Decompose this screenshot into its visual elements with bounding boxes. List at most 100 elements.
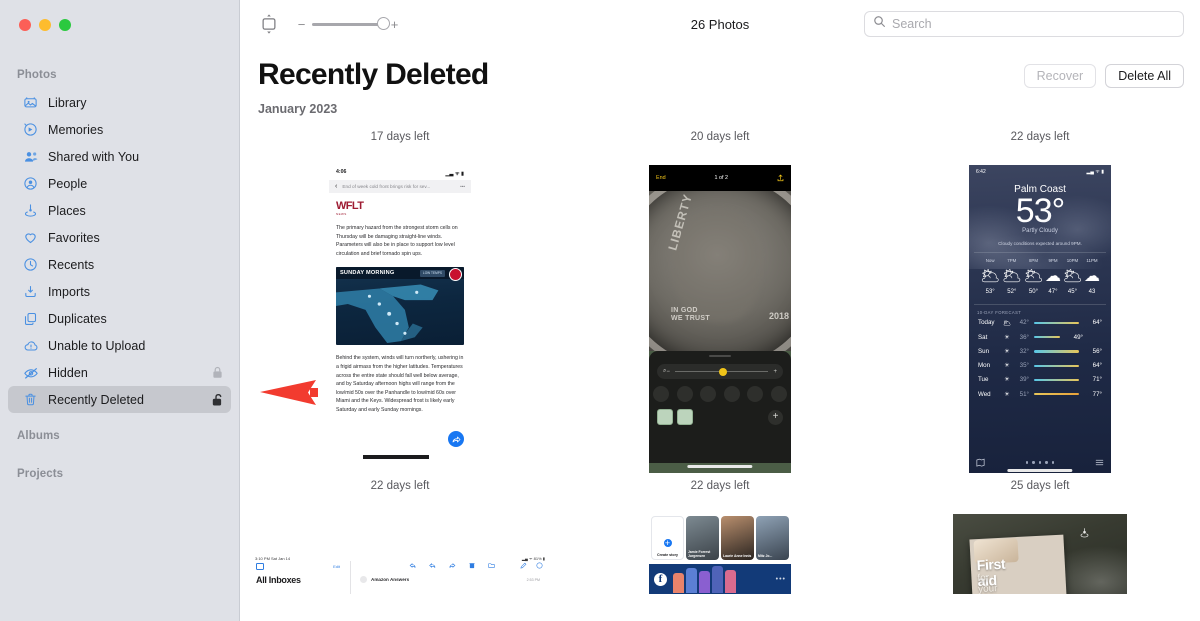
- info-icon[interactable]: [536, 562, 543, 569]
- page-dot: [1045, 461, 1048, 464]
- search-field[interactable]: [864, 11, 1184, 37]
- sidebar-section-albums[interactable]: Albums: [0, 430, 239, 442]
- photo-cell[interactable]: 4:06 ▁▃ ᯤ ▮ ‹ End of week cold front bri…: [250, 165, 550, 492]
- zoom-track[interactable]: [674, 367, 769, 376]
- weather-icon: ☀: [1004, 390, 1010, 398]
- forecast-low: 39°: [1019, 376, 1029, 384]
- zoom-slider-knob[interactable]: [377, 17, 390, 30]
- trash-icon: [469, 563, 475, 569]
- sidebar-section-projects[interactable]: Projects: [0, 468, 239, 480]
- photo-grid[interactable]: Home Name Finals Reviewer Add a reply Ho…: [240, 128, 1200, 621]
- camera-icon[interactable]: [723, 386, 740, 402]
- sidebar-item-duplicates[interactable]: Duplicates: [8, 305, 231, 332]
- mail-message-row[interactable]: Amazon Answers 2:53 PM: [354, 576, 550, 583]
- zoom-in-label[interactable]: +: [773, 369, 777, 375]
- zoom-slider-track[interactable]: [312, 17, 390, 30]
- zoom-out-label[interactable]: −: [296, 17, 307, 32]
- thumbnail-size-icon[interactable]: [258, 11, 280, 37]
- first-aid-book-photo[interactable]: First aid for your pet: [953, 514, 1127, 594]
- sidebar-toggle-icon[interactable]: [256, 563, 264, 570]
- status-bar: 6:42 ▂▄ ᯤ ▮: [969, 165, 1111, 175]
- sidebar-item-hidden[interactable]: Hidden: [8, 359, 231, 386]
- sidebar-item-memories[interactable]: Memories: [8, 116, 231, 143]
- news-article-screenshot[interactable]: 4:06 ▁▃ ᯤ ▮ ‹ End of week cold front bri…: [329, 165, 471, 473]
- forecast-day: Mon: [978, 362, 991, 370]
- story-card[interactable]: Mitz Jo...: [756, 516, 789, 560]
- close-button[interactable]: [19, 19, 31, 31]
- hourly-item: 11PM ☁ 43: [1084, 258, 1100, 295]
- forecast-low: 32°: [1019, 347, 1029, 355]
- photo-cell[interactable]: 6:42 ▂▄ ᯤ ▮ Palm Coast 53° Partly Cloudy…: [890, 165, 1190, 492]
- photo-cell[interactable]: 20 days left: [570, 128, 870, 143]
- photo-cell[interactable]: Another cold front will approach and pas…: [890, 128, 1190, 143]
- lock-icon[interactable]: [770, 386, 787, 402]
- search-input[interactable]: [892, 17, 1175, 31]
- story-card[interactable]: Jamie Forrest Jurgensen: [686, 516, 719, 560]
- compose-icon[interactable]: [520, 562, 527, 569]
- magnifier-coin-screenshot[interactable]: End 1 of 2 LIBERTY IN GODWE TRUST 2018: [649, 165, 791, 473]
- magnifier-controls-area: ⌕ − + +: [649, 351, 791, 473]
- zoom-knob[interactable]: [718, 367, 727, 376]
- more-icon: •••: [460, 184, 465, 189]
- facebook-feed-screenshot[interactable]: + Create story Jamie Forrest Jurgensen L…: [649, 514, 791, 594]
- photo-cell[interactable]: First aid for your pet: [890, 514, 1190, 594]
- add-frame-button[interactable]: +: [768, 409, 783, 425]
- captured-frame-thumbnail[interactable]: [677, 409, 693, 425]
- sheet-grabber[interactable]: [709, 355, 731, 357]
- sidebar-item-people[interactable]: People: [8, 170, 231, 197]
- captured-frame-thumbnail[interactable]: [657, 409, 673, 425]
- zoom-out-label[interactable]: −: [666, 369, 670, 375]
- hand-shape: [712, 565, 723, 593]
- more-icon[interactable]: •••: [776, 576, 786, 583]
- weather-app-screenshot[interactable]: 6:42 ▂▄ ᯤ ▮ Palm Coast 53° Partly Cloudy…: [969, 165, 1111, 473]
- hourly-item: 7PM 🌥 52°: [1002, 258, 1022, 295]
- delete-all-button[interactable]: Delete All: [1105, 64, 1184, 88]
- recover-button[interactable]: Recover: [1023, 64, 1097, 88]
- photo-cell[interactable]: + Create story Jamie Forrest Jurgensen L…: [570, 514, 870, 594]
- forecast-row: Sat ☀ 36° 49°: [974, 330, 1106, 344]
- sidebar-item-label: People: [48, 176, 88, 191]
- zoom-button[interactable]: [59, 19, 71, 31]
- sidebar-item-favorites[interactable]: Favorites: [8, 224, 231, 251]
- brightness-icon[interactable]: [653, 386, 669, 402]
- sidebar-item-places[interactable]: Places: [8, 197, 231, 224]
- minimize-button[interactable]: [39, 19, 51, 31]
- hand-shape: [673, 572, 684, 593]
- hourly-item: 10PM 🌥 45°: [1062, 258, 1082, 295]
- map-icon[interactable]: [976, 458, 985, 467]
- mail-app-screenshot[interactable]: 3:10 PM Sat Jan 14 ▂▄ ᯤ 81% ▮ Edit All I…: [250, 554, 550, 594]
- weather-icon: ☀: [1004, 376, 1010, 384]
- story-card[interactable]: Laurie Anne Innis: [721, 516, 754, 560]
- sidebar-item-unable-to-upload[interactable]: Unable to Upload: [8, 332, 231, 359]
- forecast-day: Wed: [978, 390, 991, 398]
- coin-image: LIBERTY IN GOD WE TRUST 2018: [649, 191, 791, 351]
- library-icon: [22, 94, 39, 111]
- edit-button[interactable]: Edit: [333, 564, 340, 569]
- hand-shape: [699, 570, 710, 593]
- photo-cell[interactable]: End 1 of 2 LIBERTY IN GODWE TRUST 2018: [570, 165, 870, 492]
- sidebar-item-library[interactable]: Library: [8, 89, 231, 116]
- zoom-in-label[interactable]: +: [389, 17, 400, 32]
- create-story-card[interactable]: + Create story: [651, 516, 684, 560]
- flashlight-icon[interactable]: [747, 386, 764, 402]
- days-left-label: 20 days left: [690, 131, 750, 143]
- photo-cell[interactable]: 3:10 PM Sat Jan 14 ▂▄ ᯤ 81% ▮ Edit All I…: [250, 554, 550, 594]
- sidebar-item-recently-deleted[interactable]: Recently Deleted: [8, 386, 231, 413]
- book-title-line2: for your pet: [977, 572, 998, 594]
- facebook-post-image: f •••: [649, 564, 791, 594]
- magnifier-zoom-slider[interactable]: ⌕ − +: [657, 364, 783, 379]
- sidebar-item-imports[interactable]: Imports: [8, 278, 231, 305]
- forecast-day: Tue: [978, 376, 989, 384]
- trash-icon: [22, 391, 39, 408]
- folder-icon: [488, 563, 495, 568]
- photo-cell[interactable]: Home Name Finals Reviewer Add a reply Ho…: [250, 128, 550, 143]
- filter-icon[interactable]: [700, 386, 717, 402]
- days-left-label: 22 days left: [690, 480, 750, 492]
- stories-row: + Create story Jamie Forrest Jurgensen L…: [649, 514, 791, 562]
- list-icon[interactable]: [1095, 458, 1104, 467]
- people-icon: [22, 175, 39, 192]
- sidebar-item-shared-with-you[interactable]: Shared with You: [8, 143, 231, 170]
- contrast-icon[interactable]: [676, 386, 693, 402]
- sidebar-item-recents[interactable]: Recents: [8, 251, 231, 278]
- zoom-slider[interactable]: − +: [296, 17, 400, 32]
